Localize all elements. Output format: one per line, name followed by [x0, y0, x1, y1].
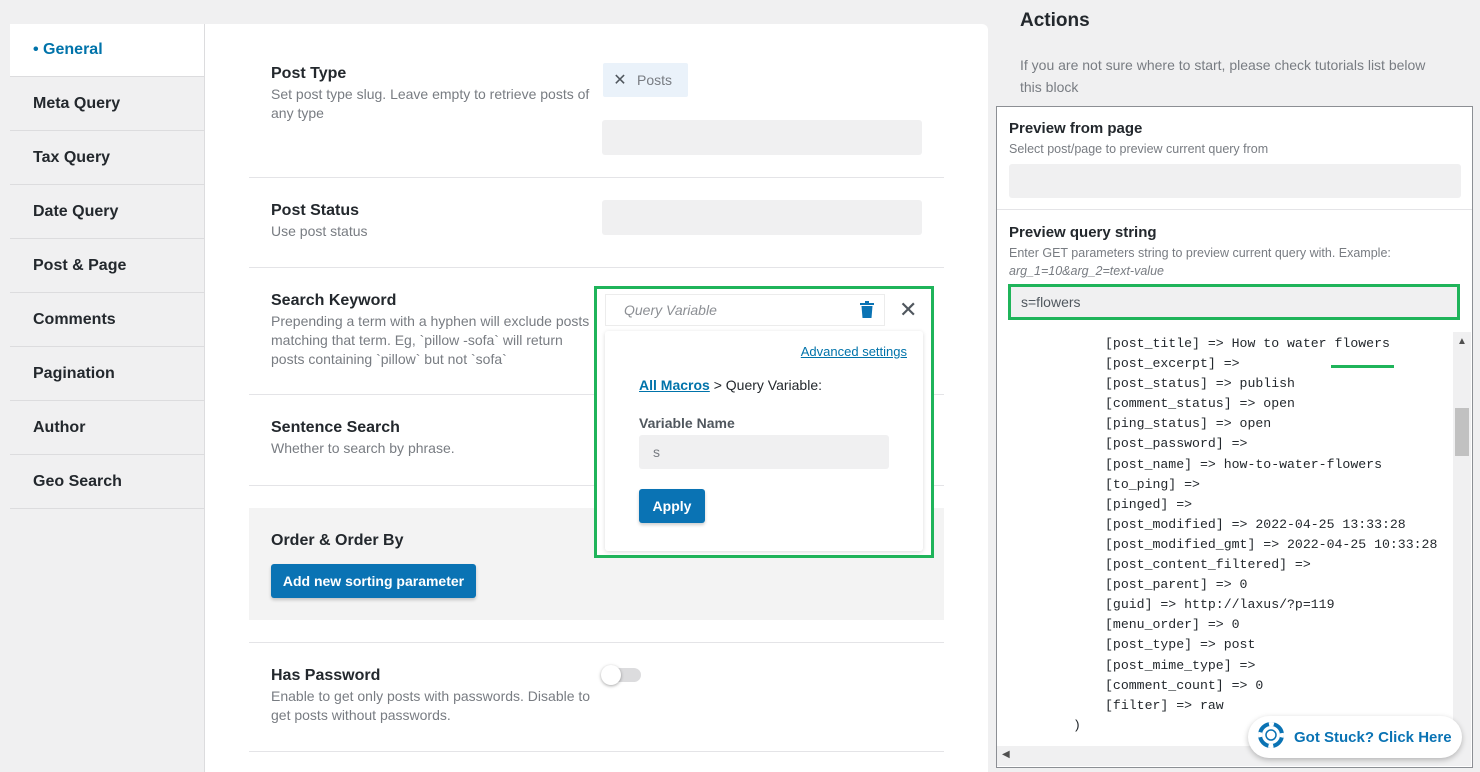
post-type-chip[interactable]: ✕ Posts — [603, 63, 688, 97]
actions-title: Actions — [1020, 10, 1090, 31]
post-status-desc: Use post status — [271, 223, 368, 239]
tab-comments[interactable]: Comments — [10, 293, 204, 347]
close-icon[interactable]: ✕ — [899, 297, 917, 323]
remove-chip-icon[interactable]: ✕ — [603, 70, 637, 90]
code-line: [post_name] => how-to-water-flowers — [1105, 456, 1382, 472]
code-line: [comment_count] => 0 — [1105, 677, 1264, 693]
code-line: [post_content_filtered] => — [1105, 557, 1311, 573]
scroll-up-icon[interactable]: ▲ — [1457, 336, 1467, 347]
preview-qs-title: Preview query string — [1009, 224, 1157, 241]
tab-meta-query[interactable]: Meta Query — [10, 77, 204, 131]
actions-desc: If you are not sure where to start, plea… — [1020, 57, 1426, 95]
chip-label: Posts — [637, 72, 673, 88]
has-password-desc: Enable to get only posts with passwords.… — [271, 688, 591, 723]
macros-current: > Query Variable: — [709, 377, 822, 393]
code-line: [post_title] => How to water flowers — [1105, 336, 1390, 351]
preview-qs-desc: Enter GET parameters string to preview c… — [1009, 246, 1391, 260]
sentence-search-desc: Whether to search by phrase. — [271, 440, 455, 456]
preview-divider — [997, 209, 1472, 210]
code-line: [menu_order] => 0 — [1105, 617, 1240, 633]
all-macros-link[interactable]: All Macros — [639, 377, 710, 393]
code-line: [to_ping] => — [1105, 476, 1200, 492]
preview-page-input[interactable] — [1009, 164, 1461, 198]
tab-pagination[interactable]: Pagination — [10, 347, 204, 401]
scroll-left-icon[interactable]: ◀ — [1002, 749, 1010, 760]
post-type-field: Post Type Set post type slug. Leave empt… — [249, 52, 944, 178]
variable-name-label: Variable Name — [639, 415, 735, 431]
query-variable-popup: Query Variable ✕ Advanced settings All M… — [594, 286, 934, 558]
popup-body: Advanced settings All Macros > Query Var… — [605, 331, 923, 551]
code-line: [post_status] => publish — [1105, 376, 1295, 392]
got-stuck-button[interactable]: Got Stuck? Click Here — [1248, 716, 1462, 758]
post-status-label: Post Status — [271, 202, 360, 219]
code-line: [comment_status] => open — [1105, 396, 1295, 412]
query-tabs: • General Meta Query Tax Query Date Quer… — [10, 24, 205, 772]
got-stuck-label: Got Stuck? Click Here — [1294, 728, 1452, 746]
preview-page-title: Preview from page — [1009, 120, 1143, 137]
has-password-field: Has Password Enable to get only posts wi… — [249, 642, 944, 752]
tab-date-query[interactable]: Date Query — [10, 185, 204, 239]
query-result-output: [post_title] => How to water flowers [po… — [997, 332, 1453, 746]
tab-general[interactable]: • General — [10, 24, 204, 77]
preview-page-desc: Select post/page to preview current quer… — [1009, 142, 1269, 156]
vertical-scrollbar[interactable]: ▲ — [1453, 332, 1471, 746]
popup-header-label: Query Variable — [624, 302, 717, 318]
code-line: [post_modified_gmt] => 2022-04-25 10:33:… — [1105, 536, 1438, 552]
preview-qs-example: arg_1=10&arg_2=text-value — [1009, 264, 1164, 278]
code-line: [filter] => raw — [1105, 697, 1224, 713]
sentence-search-label: Sentence Search — [271, 419, 400, 436]
post-type-desc: Set post type slug. Leave empty to retri… — [271, 86, 590, 121]
code-line: [guid] => http://laxus/?p=119 — [1105, 597, 1335, 613]
toggle-knob — [601, 665, 621, 685]
scroll-thumb[interactable] — [1455, 408, 1469, 456]
popup-header: Query Variable — [605, 294, 885, 326]
code-line: [post_type] => post — [1105, 637, 1256, 653]
has-password-toggle[interactable] — [601, 665, 641, 685]
search-keyword-desc: Prepending a term with a hyphen will exc… — [271, 313, 590, 367]
tab-geo-search[interactable]: Geo Search — [10, 455, 204, 509]
advanced-settings-link[interactable]: Advanced settings — [801, 344, 907, 359]
code-line: [ping_status] => open — [1105, 416, 1272, 432]
code-line: [post_mime_type] => — [1105, 657, 1256, 673]
post-status-input[interactable] — [602, 200, 922, 235]
code-line: [post_password] => — [1105, 436, 1248, 452]
add-sorting-button[interactable]: Add new sorting parameter — [271, 564, 476, 598]
query-string-input[interactable]: s=flowers — [1008, 284, 1460, 320]
order-label: Order & Order By — [271, 532, 404, 549]
code-line: [post_parent] => 0 — [1105, 577, 1248, 593]
variable-name-input[interactable]: s — [639, 435, 889, 469]
tab-author[interactable]: Author — [10, 401, 204, 455]
code-line: [post_modified] => 2022-04-25 13:33:28 — [1105, 516, 1406, 532]
trash-icon[interactable] — [860, 301, 874, 323]
apply-button[interactable]: Apply — [639, 489, 705, 523]
has-password-label: Has Password — [271, 667, 381, 684]
search-keyword-label: Search Keyword — [271, 292, 397, 309]
post-type-input[interactable] — [602, 120, 922, 155]
tab-tax-query[interactable]: Tax Query — [10, 131, 204, 185]
highlight-underline — [1331, 365, 1394, 368]
tab-post-page[interactable]: Post & Page — [10, 239, 204, 293]
tabs-filler — [10, 509, 204, 772]
post-type-label: Post Type — [271, 65, 347, 82]
lifebuoy-icon — [1258, 722, 1284, 752]
macros-breadcrumb: All Macros > Query Variable: — [639, 377, 822, 393]
code-line: [pinged] => — [1105, 496, 1193, 512]
